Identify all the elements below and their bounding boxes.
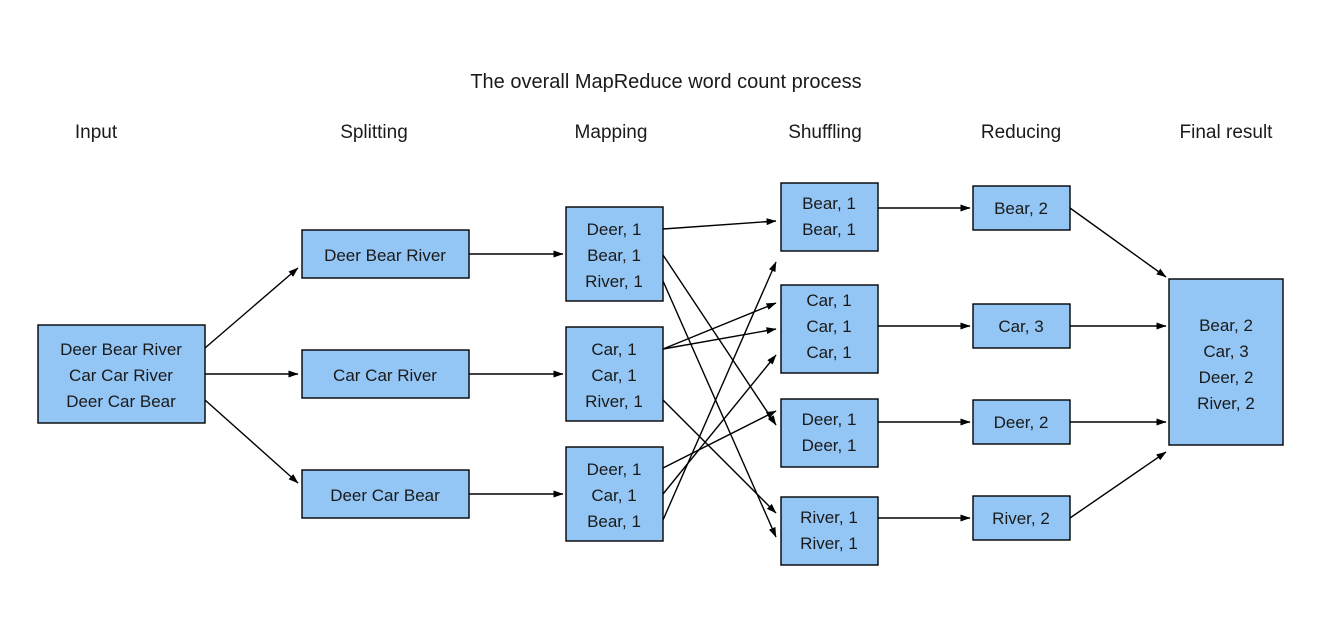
edge-map2-car-to-shuffle-car-a: [662, 302, 777, 350]
mapping-box-2-line-2: Car, 1: [591, 366, 636, 385]
mapping-box-3-line-2: Car, 1: [591, 486, 636, 505]
input-line-1: Deer Bear River: [60, 340, 182, 359]
splitting-box-1[interactable]: Deer Bear River: [301, 229, 470, 279]
reducing-box-car-label: Car, 3: [998, 317, 1043, 336]
mapping-box-3-line-1: Deer, 1: [587, 460, 642, 479]
shuffling-box-river-line-1: River, 1: [800, 508, 858, 527]
mapping-box-2-line-3: River, 1: [585, 392, 643, 411]
splitting-box-2[interactable]: Car Car River: [301, 349, 470, 399]
edge-map2-river-to-shuffle-river: [662, 399, 777, 514]
edge-map1-deer-to-shuffle-deer: [662, 254, 777, 426]
edge-reduce-river-to-final: [1069, 451, 1167, 519]
column-header-reducing: Reducing: [981, 122, 1061, 143]
edge-input-to-split-3: [204, 399, 299, 484]
splitting-box-3-line-1: Deer Car Bear: [330, 486, 440, 505]
edges-input-to-splitting: [204, 267, 299, 484]
mapreduce-diagram: The overall MapReduce word count process…: [0, 0, 1344, 624]
final-result-box[interactable]: Bear, 2 Car, 3 Deer, 2 River, 2: [1168, 278, 1284, 446]
mapping-box-1-line-3: River, 1: [585, 272, 643, 291]
mapping-box-2-line-1: Car, 1: [591, 340, 636, 359]
edge-map2-car-to-shuffle-car-b: [662, 327, 777, 350]
column-header-final-result: Final result: [1180, 122, 1274, 143]
edges-splitting-to-mapping: [469, 250, 564, 498]
shuffling-box-river[interactable]: River, 1 River, 1: [780, 496, 879, 566]
shuffling-box-bear-line-2: Bear, 1: [802, 220, 856, 239]
mapping-box-1[interactable]: Deer, 1 Bear, 1 River, 1: [565, 206, 664, 302]
splitting-box-2-line-1: Car Car River: [333, 366, 437, 385]
shuffling-box-car-line-3: Car, 1: [806, 343, 851, 362]
reducing-box-river-label: River, 2: [992, 509, 1050, 528]
edges-mapping-to-shuffling: [662, 218, 777, 538]
shuffling-box-river-line-2: River, 1: [800, 534, 858, 553]
final-result-line-1: Bear, 2: [1199, 316, 1253, 335]
final-result-line-3: Deer, 2: [1199, 368, 1254, 387]
input-line-2: Car Car River: [69, 366, 173, 385]
final-result-box-rect[interactable]: [1168, 278, 1284, 446]
mapping-box-1-line-2: Bear, 1: [587, 246, 641, 265]
diagram-canvas: The overall MapReduce word count process…: [37, 71, 1284, 566]
reducing-box-car[interactable]: Car, 3: [972, 303, 1071, 349]
edge-reduce-bear-to-final: [1069, 207, 1167, 278]
edges-reducing-to-final: [1069, 207, 1167, 519]
column-header-shuffling: Shuffling: [788, 122, 862, 143]
shuffling-box-car-line-2: Car, 1: [806, 317, 851, 336]
column-header-splitting: Splitting: [340, 122, 408, 143]
input-line-3: Deer Car Bear: [66, 392, 176, 411]
edge-input-to-split-1: [204, 267, 299, 349]
column-header-input: Input: [75, 122, 118, 143]
reducing-box-bear[interactable]: Bear, 2: [972, 185, 1071, 231]
input-box[interactable]: Deer Bear River Car Car River Deer Car B…: [37, 324, 206, 424]
edge-map3-car-to-shuffle-car: [662, 354, 777, 495]
column-header-mapping: Mapping: [575, 122, 648, 143]
splitting-box-3[interactable]: Deer Car Bear: [301, 469, 470, 519]
edge-map3-bear-to-shuffle-bear: [662, 261, 777, 521]
final-result-line-2: Car, 3: [1203, 342, 1248, 361]
final-result-line-4: River, 2: [1197, 394, 1255, 413]
edges-shuffling-to-reducing: [878, 204, 971, 522]
mapping-box-2[interactable]: Car, 1 Car, 1 River, 1: [565, 326, 664, 422]
shuffling-box-car-line-1: Car, 1: [806, 291, 851, 310]
page-title: The overall MapReduce word count process: [470, 71, 861, 93]
splitting-box-1-line-1: Deer Bear River: [324, 246, 446, 265]
reducing-box-bear-label: Bear, 2: [994, 199, 1048, 218]
shuffling-box-car[interactable]: Car, 1 Car, 1 Car, 1: [780, 284, 879, 374]
shuffling-box-deer-line-1: Deer, 1: [802, 410, 857, 429]
shuffling-box-deer[interactable]: Deer, 1 Deer, 1: [780, 398, 879, 468]
mapping-box-1-line-1: Deer, 1: [587, 220, 642, 239]
mapping-box-3-line-3: Bear, 1: [587, 512, 641, 531]
mapping-box-3[interactable]: Deer, 1 Car, 1 Bear, 1: [565, 446, 664, 542]
edge-map3-deer-to-shuffle-deer: [662, 410, 777, 469]
edge-map1-bear-to-shuffle-bear: [662, 218, 777, 230]
reducing-box-deer-label: Deer, 2: [994, 413, 1049, 432]
shuffling-box-deer-line-2: Deer, 1: [802, 436, 857, 455]
reducing-box-river[interactable]: River, 2: [972, 495, 1071, 541]
shuffling-box-bear-line-1: Bear, 1: [802, 194, 856, 213]
shuffling-box-bear[interactable]: Bear, 1 Bear, 1: [780, 182, 879, 252]
edge-map1-river-to-shuffle-river: [662, 280, 777, 538]
reducing-box-deer[interactable]: Deer, 2: [972, 399, 1071, 445]
